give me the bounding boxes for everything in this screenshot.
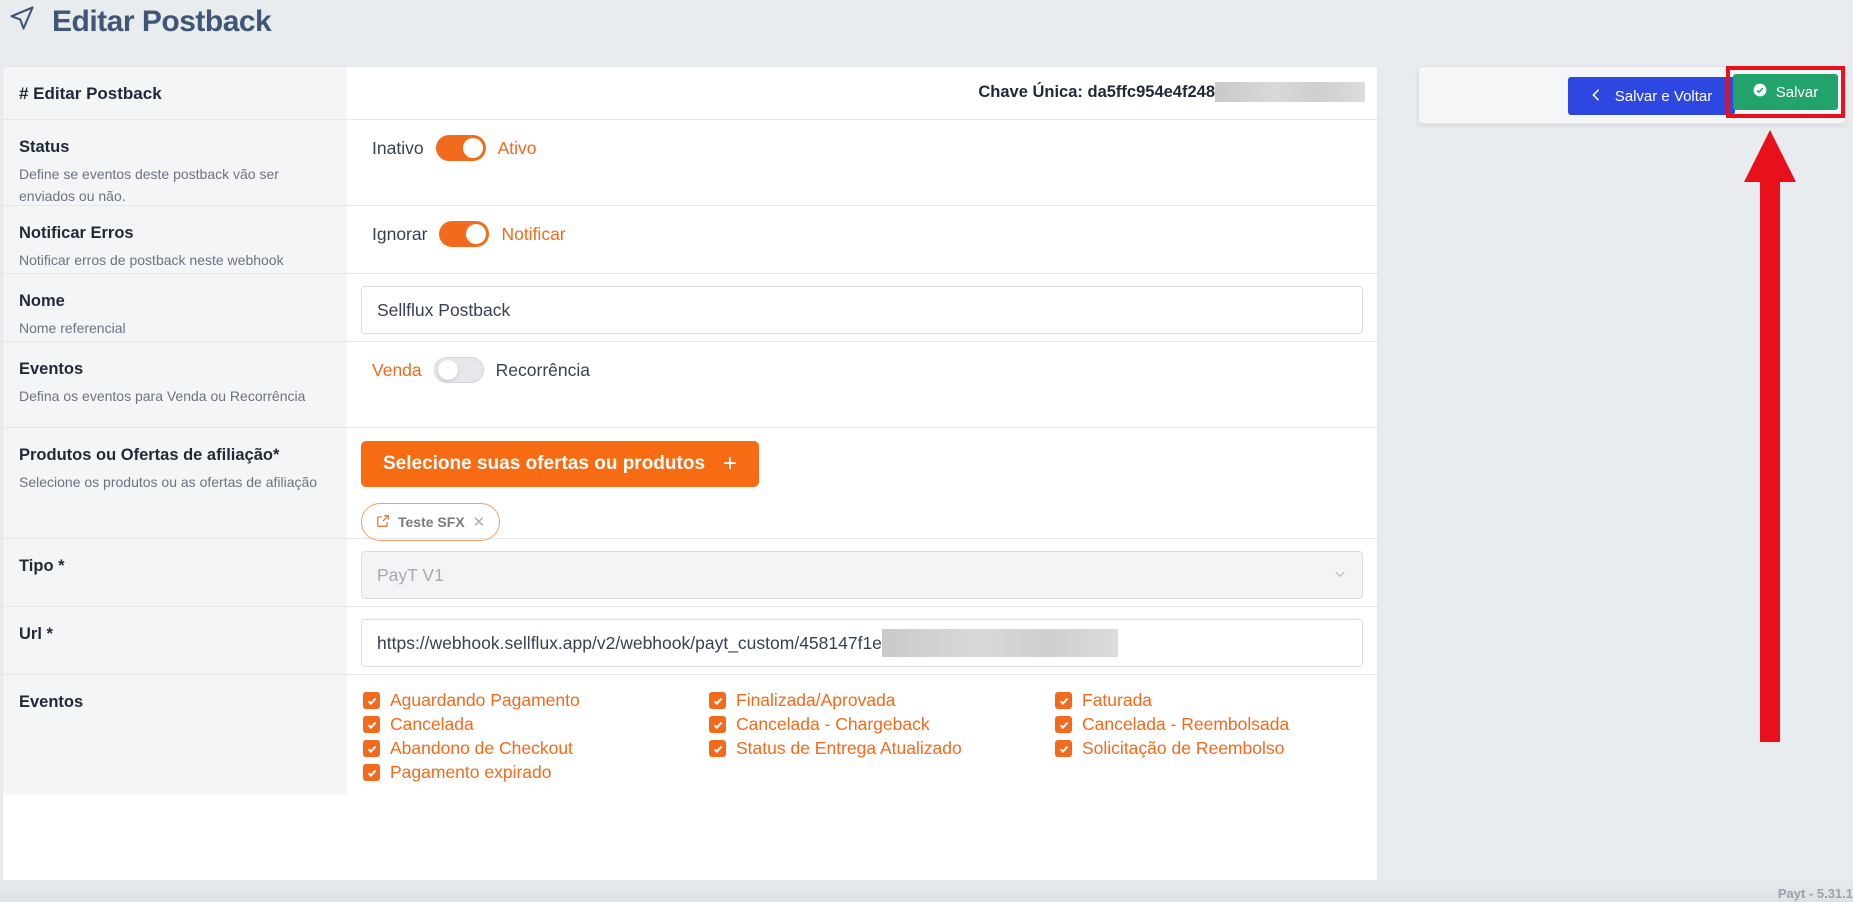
event-type-sale-label: Venda — [372, 359, 422, 380]
checkbox-checked-icon[interactable] — [363, 692, 380, 709]
event-checkbox-label: Cancelada - Reembolsada — [1082, 714, 1290, 734]
type-select[interactable]: PayT V1 — [361, 551, 1363, 599]
navigation-arrow-icon — [8, 4, 36, 40]
url-input-value: https://webhook.sellflux.app/v2/webhook/… — [377, 632, 882, 653]
notify-errors-desc: Notificar erros de postback neste webhoo… — [19, 252, 284, 268]
select-products-button-label: Selecione suas ofertas ou produtos — [383, 453, 706, 474]
events-row: Eventos Aguardando Pagamento Finalizada/A… — [3, 675, 1377, 795]
unique-key-text: Chave Única: da5ffc954e4f248 — [978, 82, 1215, 101]
event-checkbox-label: Cancelada — [390, 714, 474, 734]
name-input-value: Sellflux Postback — [377, 299, 511, 320]
redacted-block — [1215, 82, 1365, 102]
event-checkbox-item[interactable]: Pagamento expirado — [363, 761, 709, 784]
plus-icon: + — [723, 450, 738, 477]
events-label: Eventos — [19, 693, 84, 711]
save-button[interactable]: Salvar — [1733, 74, 1838, 110]
name-desc: Nome referencial — [19, 320, 126, 336]
unique-key: Chave Única: da5ffc954e4f248 — [978, 82, 1365, 102]
form-header-row: # Editar Postback Chave Única: da5ffc954… — [3, 67, 1377, 120]
page-title: Editar Postback — [8, 4, 272, 40]
save-button-label: Salvar — [1775, 83, 1819, 101]
close-icon[interactable]: ✕ — [473, 513, 486, 531]
event-checkbox-item[interactable]: Faturada — [1055, 689, 1355, 712]
version-label: Payt - 5.31.1 — [1777, 886, 1853, 901]
url-row: Url * https://webhook.sellflux.app/v2/we… — [3, 607, 1377, 675]
event-checkbox-label: Aguardando Pagamento — [390, 690, 580, 710]
save-and-back-button[interactable]: Salvar e Voltar — [1568, 77, 1735, 115]
type-select-value: PayT V1 — [377, 564, 444, 585]
status-off-label: Inativo — [372, 137, 424, 158]
event-type-recurrence-label: Recorrência — [495, 359, 590, 380]
checkbox-checked-icon[interactable] — [363, 740, 380, 757]
status-desc: Define se eventos deste postback vão ser… — [19, 166, 279, 204]
event-checkbox-label: Pagamento expirado — [390, 762, 552, 782]
products-row: Produtos ou Ofertas de afiliação* Seleci… — [3, 428, 1377, 541]
status-row: Status Define se eventos deste postback … — [3, 120, 1377, 206]
external-link-icon — [376, 514, 390, 531]
postback-form-card: # Editar Postback Chave Única: da5ffc954… — [2, 66, 1378, 902]
event-checkbox-item[interactable]: Abandono de Checkout — [363, 737, 709, 760]
event-type-toggle[interactable] — [433, 357, 484, 383]
event-checkbox-item[interactable]: Cancelada - Chargeback — [709, 713, 1055, 736]
products-desc: Selecione os produtos ou as ofertas de a… — [19, 474, 318, 490]
name-label: Nome — [19, 292, 65, 310]
event-checkbox-item[interactable]: Finalizada/Aprovada — [709, 689, 1055, 712]
notify-errors-label: Notificar Erros — [19, 224, 134, 242]
status-on-label: Ativo — [497, 137, 537, 158]
select-products-button[interactable]: Selecione suas ofertas ou produtos + — [361, 441, 760, 487]
name-input[interactable]: Sellflux Postback — [361, 286, 1363, 334]
notify-errors-toggle[interactable] — [439, 221, 490, 247]
page-title-text: Editar Postback — [52, 5, 272, 38]
type-label: Tipo * — [19, 557, 65, 575]
event-checkbox-item[interactable]: Status de Entrega Atualizado — [709, 737, 1055, 760]
checkbox-checked-icon[interactable] — [363, 764, 380, 781]
name-row: Nome Nome referencial Sellflux Postback — [3, 274, 1377, 342]
checkbox-checked-icon[interactable] — [1055, 740, 1072, 757]
event-checkbox-label: Cancelada - Chargeback — [736, 714, 930, 734]
notify-on-label: Notificar — [501, 223, 566, 244]
notify-errors-row: Notificar Erros Notificar erros de postb… — [3, 206, 1377, 274]
redacted-block — [881, 629, 1118, 657]
url-label: Url * — [19, 625, 53, 643]
type-row: Tipo * PayT V1 — [3, 539, 1377, 607]
chevron-left-icon — [1591, 88, 1601, 105]
save-and-back-label: Salvar e Voltar — [1614, 87, 1713, 105]
event-checkbox-item[interactable]: Cancelada - Reembolsada — [1055, 713, 1355, 736]
event-type-desc: Defina os eventos para Venda ou Recorrên… — [19, 388, 306, 404]
footer-bar — [0, 880, 1853, 902]
event-checkbox-item[interactable]: Aguardando Pagamento — [363, 689, 709, 712]
checkbox-checked-icon[interactable] — [709, 692, 726, 709]
checkbox-checked-icon[interactable] — [363, 716, 380, 733]
checkbox-checked-icon[interactable] — [1055, 716, 1072, 733]
status-label: Status — [19, 138, 70, 156]
event-type-label: Eventos — [19, 360, 84, 378]
event-checkbox-label: Status de Entrega Atualizado — [736, 738, 962, 758]
url-input[interactable]: https://webhook.sellflux.app/v2/webhook/… — [361, 619, 1363, 667]
event-type-row: Eventos Defina os eventos para Venda ou … — [3, 342, 1377, 428]
chevron-down-icon — [1333, 565, 1347, 586]
product-chip-label: Teste SFX — [398, 514, 465, 530]
check-circle-icon — [1753, 83, 1767, 101]
event-checkbox-label: Abandono de Checkout — [390, 738, 573, 758]
event-checkbox-label: Solicitação de Reembolso — [1082, 738, 1285, 758]
event-checkbox-item[interactable]: Cancelada — [363, 713, 709, 736]
event-checkbox-label: Finalizada/Aprovada — [736, 690, 896, 710]
product-chip[interactable]: Teste SFX ✕ — [361, 503, 501, 541]
checkbox-checked-icon[interactable] — [709, 740, 726, 757]
checkbox-checked-icon[interactable] — [1055, 692, 1072, 709]
notify-off-label: Ignorar — [372, 223, 428, 244]
form-header-title: # Editar Postback — [19, 84, 162, 103]
products-label: Produtos ou Ofertas de afiliação* — [19, 446, 280, 464]
checkbox-checked-icon[interactable] — [709, 716, 726, 733]
event-checkbox-label: Faturada — [1082, 690, 1153, 710]
annotation-arrow-up — [1744, 130, 1796, 742]
events-checkbox-list: Aguardando Pagamento Finalizada/Aprovada F… — [363, 689, 1363, 784]
status-toggle[interactable] — [435, 135, 486, 161]
event-checkbox-item[interactable]: Solicitação de Reembolso — [1055, 737, 1355, 760]
